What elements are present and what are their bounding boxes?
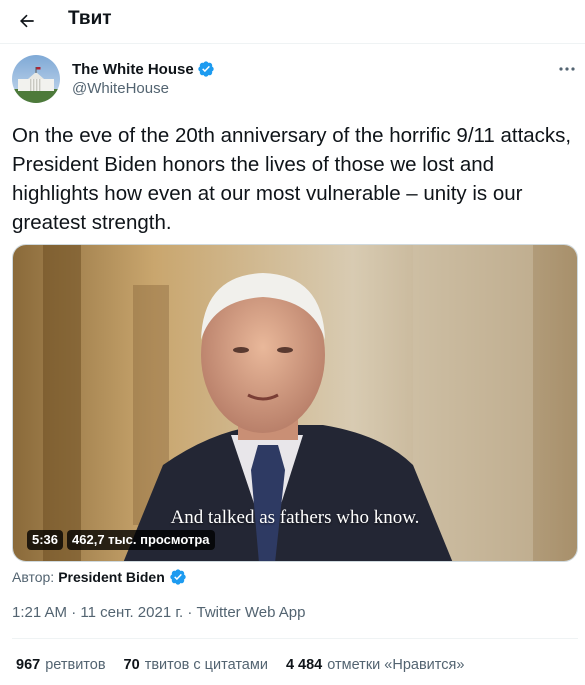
attribution-name[interactable]: President Biden bbox=[58, 569, 165, 585]
likes-label: отметки «Нравится» bbox=[327, 657, 465, 673]
video-badges: 5:36 462,7 тыс. просмотра bbox=[27, 530, 215, 550]
avatar[interactable] bbox=[12, 55, 60, 103]
tweet-time[interactable]: 1:21 AM bbox=[12, 604, 67, 621]
retweets-label: ретвитов bbox=[45, 657, 106, 673]
white-house-avatar-image bbox=[12, 55, 60, 103]
quotes-stat[interactable]: 70 твитов с цитатами bbox=[124, 657, 268, 673]
tweet-date[interactable]: 11 сент. 2021 г. bbox=[80, 604, 183, 621]
tweet-stats: 967 ретвитов 70 твитов с цитатами 4 484 … bbox=[16, 657, 464, 673]
quotes-label: твитов с цитатами bbox=[144, 657, 268, 673]
author-name-row[interactable]: The White House bbox=[72, 60, 215, 78]
quotes-count: 70 bbox=[123, 657, 140, 673]
back-button[interactable] bbox=[10, 4, 44, 38]
author-handle[interactable]: @WhiteHouse bbox=[72, 80, 169, 97]
top-bar: Твит bbox=[0, 0, 585, 44]
video-duration: 5:36 bbox=[27, 530, 64, 550]
tweet-meta: 1:21 AM · 11 сент. 2021 г. · Twitter Web… bbox=[12, 604, 305, 621]
divider bbox=[12, 638, 578, 639]
attribution-prefix: Автор: bbox=[12, 569, 55, 585]
video-player[interactable]: And talked as fathers who know. 5:36 462… bbox=[12, 244, 578, 562]
arrow-left-icon bbox=[20, 14, 34, 28]
verified-badge-icon bbox=[170, 569, 186, 585]
tweet-source[interactable]: Twitter Web App bbox=[197, 604, 306, 621]
more-button[interactable] bbox=[555, 60, 579, 78]
retweets-stat[interactable]: 967 ретвитов bbox=[16, 657, 106, 673]
meta-separator: · bbox=[71, 604, 77, 621]
tweet-page: Твит The White House @WhiteHouse On the … bbox=[0, 0, 585, 685]
video-caption: And talked as fathers who know. bbox=[170, 507, 420, 528]
retweets-count: 967 bbox=[16, 657, 41, 673]
likes-stat[interactable]: 4 484 отметки «Нравится» bbox=[286, 657, 464, 673]
meta-separator: · bbox=[187, 604, 193, 621]
tweet-text: On the eve of the 20th anniversary of th… bbox=[12, 124, 572, 234]
video-views: 462,7 тыс. просмотра bbox=[67, 530, 215, 550]
media-attribution: Автор: President Biden bbox=[12, 568, 187, 586]
likes-count: 4 484 bbox=[285, 657, 323, 673]
verified-badge-icon bbox=[197, 61, 214, 77]
author-name[interactable]: The White House bbox=[72, 61, 194, 78]
more-horizontal-icon bbox=[559, 67, 575, 71]
page-title: Твит bbox=[68, 8, 112, 29]
